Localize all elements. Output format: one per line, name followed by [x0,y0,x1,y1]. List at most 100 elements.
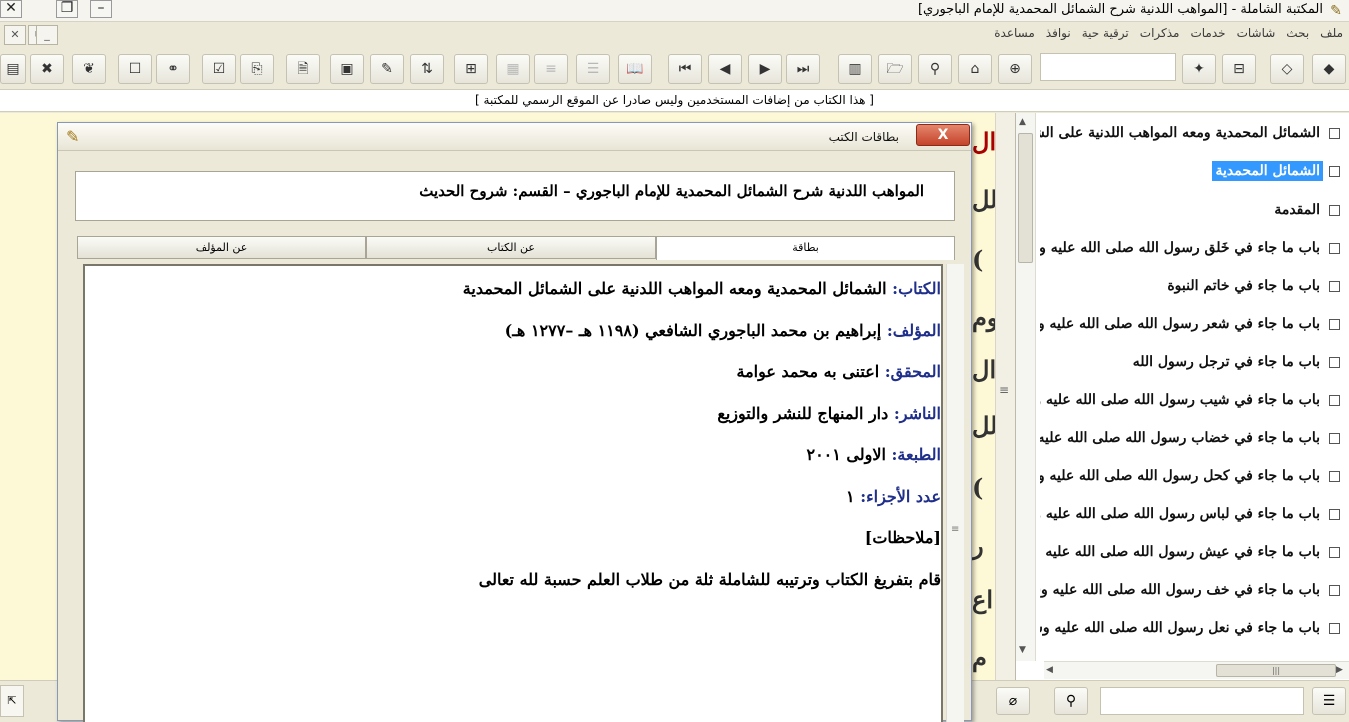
last-page-icon[interactable]: ⏭ [786,54,820,84]
binoculars-search-icon[interactable]: ⚲ [1054,687,1088,715]
menu-windows[interactable]: نوافذ [1046,26,1071,40]
dialog-title: بطاقات الكتب [828,130,899,144]
tree-item[interactable]: باب ما جاء في شيب رسول الله صلى الله علي… [1040,386,1340,414]
scroll-up-icon[interactable]: ▲ [1019,117,1026,127]
checkbox[interactable] [1329,204,1340,216]
folder-open-icon[interactable]: 🗁 [878,54,912,84]
checkbox[interactable] [1329,280,1340,292]
zoom-icon[interactable]: ⊕ [998,54,1032,84]
tools-icon[interactable]: ✖ [30,54,64,84]
tree-item[interactable]: باب ما جاء في نعل رسول الله صلى الله علي… [1040,614,1340,642]
reader-splitter[interactable]: ≡ [995,113,1015,680]
print-icon[interactable]: ▤ [0,54,26,84]
tree-structure-icon[interactable]: ⊟ [1222,54,1256,84]
mdi-close-button-alt[interactable]: ✕ [4,25,26,45]
tree-item[interactable]: الشمائل المحمدية [1212,157,1340,185]
checkbox[interactable] [1329,165,1340,177]
dialog-close-button[interactable]: X [916,124,970,146]
checkbox[interactable] [1329,318,1340,330]
tree-item[interactable]: باب ما جاء في لباس رسول الله صلى الله عل… [1040,500,1340,528]
checkbox[interactable] [1329,356,1340,368]
close-window-button[interactable]: ✕ [0,0,22,18]
tree-item[interactable]: الشمائل المحمدية ومعه المواهب اللدنية عل… [1040,119,1340,147]
first-page-icon[interactable]: ⏮ [668,54,702,84]
new-page-icon[interactable]: ☐ [118,54,152,84]
tab-card[interactable]: بطاقة [656,236,955,260]
tree-vertical-scrollbar[interactable]: ▲ ▼ [1016,113,1036,661]
scroll-right-icon[interactable]: ▶ [1336,665,1343,675]
book-stack-icon[interactable]: ◆ [1312,54,1346,84]
sort-icon[interactable]: ⇅ [410,54,444,84]
list-icon[interactable]: ☰ [576,54,610,84]
tree-item[interactable]: المقدمة [1271,196,1340,224]
next-page-icon[interactable]: ▶ [748,54,782,84]
scroll-down-icon[interactable]: ▼ [1019,645,1026,655]
dialog-title-bar[interactable]: ✎ بطاقات الكتب X [58,123,971,151]
book-closed-icon[interactable]: ◇ [1270,54,1304,84]
checkbox[interactable] [1329,584,1340,596]
checklist-icon[interactable]: ☑ [202,54,236,84]
tab-about-author[interactable]: عن المؤلف [77,236,366,259]
checkbox[interactable] [1329,622,1340,634]
menu-notes[interactable]: مذكرات [1140,26,1180,40]
document-icon[interactable]: 🗎 [286,54,320,84]
mdi-minimize-button[interactable]: _ [36,25,58,45]
tree-item[interactable]: باب ما جاء في كحل رسول الله صلى الله علي… [1040,462,1340,490]
menu-screens[interactable]: شاشات [1237,26,1276,40]
checkbox[interactable] [1329,470,1340,482]
tree-item[interactable]: باب ما جاء في خاتم النبوة [1164,272,1340,300]
new-note-icon[interactable]: ✦ [1182,54,1216,84]
book-card[interactable]: الكتاب: الشمائل المحمدية ومعه المواهب ال… [83,264,943,722]
list-indent-icon[interactable]: ≡ [534,54,568,84]
previous-page-icon[interactable]: ◀ [708,54,742,84]
menu-live-update[interactable]: ترقية حية [1082,26,1129,40]
binoculars-user-icon[interactable]: ⚭ [156,54,190,84]
menu-help[interactable]: مساعدة [994,26,1035,40]
tree-item[interactable]: باب ما جاء في شعر رسول الله صلى الله علي… [1040,310,1340,338]
tree-item[interactable]: باب ما جاء في عيش رسول الله صلى الله علي… [1040,538,1340,566]
field-edition: الطبعة: الاولى ٢٠٠١ [85,436,941,478]
list-view-icon[interactable]: ☰ [1312,687,1346,715]
tree-item[interactable]: باب ما جاء في خضاب رسول الله صلى الله عل… [1040,424,1340,452]
home-search-icon[interactable]: ⌂ [958,54,992,84]
checkbox[interactable] [1329,432,1340,444]
copy-icon[interactable]: ⎘ [240,54,274,84]
notes-text: قام بتفريغ الكتاب وترتيبه للشاملة ثلة من… [478,569,941,589]
leaf-icon[interactable]: ❦ [72,54,106,84]
expand-icon[interactable]: ⇱ [0,685,24,717]
scroll-thumb[interactable] [1018,133,1033,263]
checkbox[interactable] [1329,242,1340,254]
status-search-input[interactable] [1100,687,1304,715]
window-list-icon[interactable]: ▥ [838,54,872,84]
tree-item[interactable]: باب ما جاء في ترجل رسول الله [1130,348,1340,376]
window-title: المكتبة الشاملة - [المواهب اللدنية شرح ا… [917,2,1323,17]
attachment-icon[interactable]: ⌀ [996,687,1030,715]
disabled-tool-icon[interactable]: ▦ [496,54,530,84]
open-book-icon[interactable]: 📖 [618,54,652,84]
image-icon[interactable]: ▣ [330,54,364,84]
scroll-left-icon[interactable]: ◀ [1046,665,1053,675]
field-value: اعتنى به محمد عوامة [736,362,885,381]
tab-about-book[interactable]: عن الكتاب [366,236,656,259]
toolbar-search-input[interactable] [1040,53,1176,81]
tree-item[interactable]: باب ما جاء في خَلق رسول الله صلى الله عل… [1040,234,1340,262]
reader-text: لل [972,185,998,214]
tree-horizontal-scrollbar[interactable]: ◀ ||| ▶ [1044,661,1349,679]
checkbox[interactable] [1329,394,1340,406]
properties-icon[interactable]: ⊞ [454,54,488,84]
book-header: المواهب اللدنية شرح الشمائل المحمدية للإ… [75,171,955,221]
menu-search[interactable]: بحث [1286,26,1309,40]
menu-services[interactable]: خدمات [1190,26,1225,40]
menu-file[interactable]: ملف [1320,26,1343,40]
minimize-window-button[interactable]: – [90,0,112,18]
dialog-vertical-scrollbar[interactable]: ≡ [946,264,964,722]
checkbox[interactable] [1329,127,1340,139]
checkbox[interactable] [1329,546,1340,558]
restore-window-button[interactable]: ❐ [56,0,78,18]
scroll-thumb[interactable]: ||| [1216,664,1336,677]
pencil-icon[interactable]: ✎ [370,54,404,84]
tree-item[interactable]: باب ما جاء في خف رسول الله صلى الله عليه… [1040,576,1340,604]
field-label: الناشر: [893,403,941,423]
checkbox[interactable] [1329,508,1340,520]
binoculars-icon[interactable]: ⚲ [918,54,952,84]
